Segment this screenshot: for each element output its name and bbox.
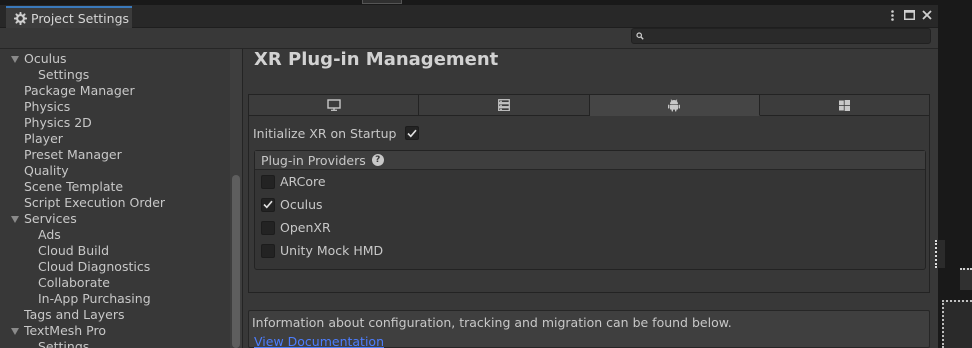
provider-item: Oculus: [255, 193, 925, 216]
page-title: XR Plug-in Management: [254, 49, 499, 70]
sidebar-item[interactable]: Physics: [0, 99, 230, 115]
sidebar-item[interactable]: In-App Purchasing: [0, 291, 230, 307]
sidebar-item[interactable]: Oculus: [0, 51, 230, 67]
plugin-providers-header: Plug-in Providers ?: [255, 151, 925, 170]
settings-sidebar: Oculus Settings Package Manager Physics Phys…: [0, 49, 243, 348]
help-icon[interactable]: ?: [371, 154, 384, 166]
sidebar-item[interactable]: Physics 2D: [0, 115, 230, 131]
sidebar-item-label: Script Execution Order: [24, 195, 166, 210]
tab-android[interactable]: [589, 95, 760, 116]
sidebar-item-label: Player: [24, 131, 63, 146]
provider-items: ARCore Oculus OpenXR Unity Mock HMD: [255, 170, 925, 262]
windows-icon: [838, 99, 850, 111]
sidebar-item-label: Services: [24, 211, 77, 226]
sidebar-item-label: Settings: [38, 67, 90, 82]
sidebar-item-label: Quality: [24, 163, 69, 178]
tab-dedicated-server[interactable]: [419, 95, 590, 116]
sidebar-item-label: Settings: [38, 339, 90, 348]
sidebar-item[interactable]: Collaborate: [0, 275, 230, 291]
search-icon: [636, 32, 644, 40]
plugin-providers-list: Plug-in Providers ? ARCore Oculus OpenXR Un…: [254, 150, 926, 270]
provider-checkbox[interactable]: [261, 197, 275, 212]
sidebar-item[interactable]: Scene Template: [0, 179, 230, 195]
provider-checkbox[interactable]: [261, 243, 275, 258]
view-documentation-link[interactable]: View Documentation: [254, 334, 384, 348]
platform-tabs: [249, 95, 929, 116]
sidebar-item-label: In-App Purchasing: [38, 291, 151, 306]
sidebar-item-label: Physics: [24, 99, 71, 114]
scene-object-fragment: [942, 300, 972, 348]
sidebar-item[interactable]: Script Execution Order: [0, 195, 230, 211]
plugin-providers-label: Plug-in Providers: [261, 152, 366, 168]
sidebar-item-label: TextMesh Pro: [24, 323, 106, 338]
sidebar-item[interactable]: Package Manager: [0, 83, 230, 99]
tab-standalone[interactable]: [249, 95, 420, 116]
scene-object-fragment: [935, 240, 945, 268]
provider-item: OpenXR: [255, 216, 925, 239]
info-text: Information about configuration, trackin…: [252, 315, 732, 330]
provider-item: Unity Mock HMD: [255, 239, 925, 262]
scene-object-fragment: [960, 268, 972, 290]
sidebar-item-label: Tags and Layers: [24, 307, 125, 322]
sidebar-item[interactable]: Tags and Layers: [0, 307, 230, 323]
kebab-menu-icon[interactable]: [887, 8, 898, 22]
scene-object-fragment: [362, 0, 402, 4]
android-icon: [668, 98, 681, 112]
sidebar-item[interactable]: Preset Manager: [0, 147, 230, 163]
provider-label: OpenXR: [280, 220, 331, 235]
sidebar-item-label: Physics 2D: [24, 115, 92, 130]
sidebar-item[interactable]: Cloud Build: [0, 243, 230, 259]
maximize-icon[interactable]: [904, 8, 915, 22]
sidebar-item-label: Scene Template: [24, 179, 124, 194]
sidebar-item[interactable]: Quality: [0, 163, 230, 179]
search-row: [0, 28, 938, 49]
gear-icon: [14, 11, 27, 25]
sidebar-item[interactable]: Ads: [0, 227, 230, 243]
initialize-xr-row: Initialize XR on Startup: [253, 125, 893, 141]
tab-title: Project Settings: [31, 10, 130, 26]
sidebar-item-label: Preset Manager: [24, 147, 122, 162]
provider-item: ARCore: [255, 170, 925, 193]
provider-label: Unity Mock HMD: [280, 243, 384, 258]
expand-arrow-icon[interactable]: [11, 216, 19, 223]
window-controls: [887, 8, 932, 22]
sidebar-item-label: Ads: [38, 227, 61, 242]
server-icon: [497, 99, 510, 111]
tab-windows[interactable]: [759, 95, 929, 116]
expand-arrow-icon[interactable]: [11, 56, 19, 63]
sidebar-item-label: Package Manager: [24, 83, 135, 98]
sidebar-item[interactable]: Player: [0, 131, 230, 147]
sidebar-item-label: Cloud Build: [38, 243, 110, 258]
sidebar-item[interactable]: TextMesh Pro: [0, 323, 230, 339]
sidebar-item[interactable]: Settings: [0, 339, 230, 348]
sidebar-item-label: Collaborate: [38, 275, 110, 290]
sidebar-scrollbar-thumb[interactable]: [232, 175, 240, 348]
provider-label: ARCore: [280, 174, 326, 189]
monitor-icon: [326, 99, 341, 111]
project-settings-window: Project Settings Oculus Settings Package M…: [0, 5, 938, 348]
initialize-xr-checkbox[interactable]: [405, 126, 419, 140]
expand-arrow-icon[interactable]: [11, 328, 19, 335]
provider-checkbox[interactable]: [261, 220, 275, 235]
scene-view-background: [938, 5, 972, 348]
initialize-xr-label: Initialize XR on Startup: [253, 125, 397, 141]
info-box: Information about configuration, trackin…: [248, 310, 930, 348]
xr-plugin-management-panel: XR Plug-in Management Initialize XR on S…: [244, 49, 934, 348]
sidebar-item[interactable]: Settings: [0, 67, 230, 83]
sidebar-item-label: Cloud Diagnostics: [38, 259, 151, 274]
window-tab-bar: Project Settings: [0, 5, 938, 28]
platform-settings-box: Initialize XR on Startup Plug-in Provide…: [248, 94, 930, 293]
provider-label: Oculus: [280, 197, 323, 212]
tab-project-settings[interactable]: Project Settings: [6, 6, 132, 28]
provider-checkbox[interactable]: [261, 174, 275, 189]
sidebar-item[interactable]: Cloud Diagnostics: [0, 259, 230, 275]
settings-tree: Oculus Settings Package Manager Physics Phys…: [0, 51, 230, 348]
search-input[interactable]: [631, 28, 931, 44]
sidebar-item-label: Oculus: [24, 51, 67, 66]
close-icon[interactable]: [921, 8, 932, 22]
sidebar-item[interactable]: Services: [0, 211, 230, 227]
